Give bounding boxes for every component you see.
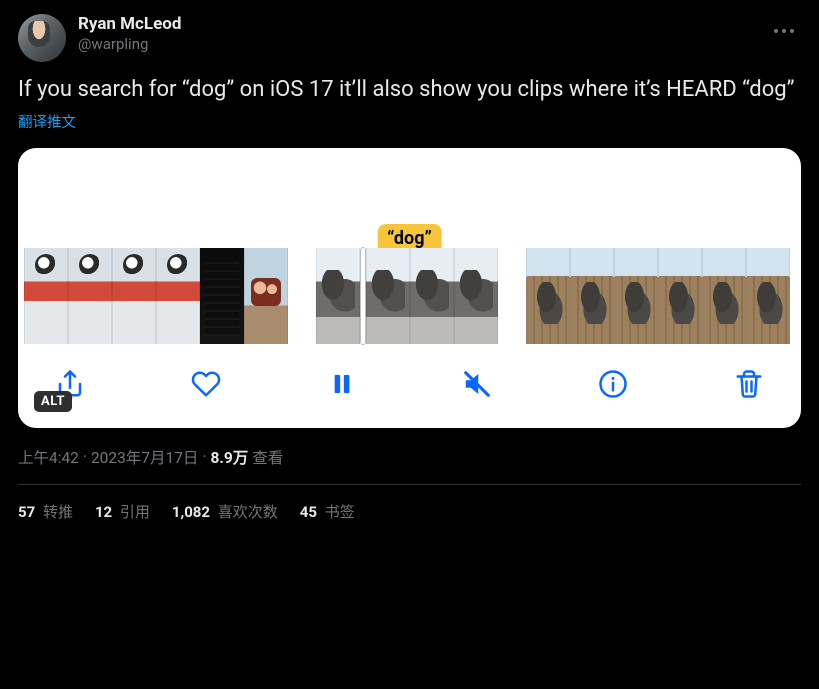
meta-dot: · xyxy=(83,448,87,466)
user-block[interactable]: Ryan McLeod @warpling xyxy=(78,14,181,54)
user-handle: @warpling xyxy=(78,35,181,54)
tweet-stats: 57 转推 12 引用 1,082 喜欢次数 45 书签 xyxy=(18,485,801,522)
retweets-count: 57 xyxy=(18,503,35,521)
likes-stat[interactable]: 1,082 喜欢次数 xyxy=(172,501,278,522)
clip-group-1 xyxy=(24,248,288,344)
views-count: 8.9万 xyxy=(211,446,249,468)
video-thumb xyxy=(526,248,570,344)
video-thumb xyxy=(746,248,790,344)
likes-label: 喜欢次数 xyxy=(214,503,278,521)
info-icon xyxy=(598,369,628,399)
filmstrip[interactable] xyxy=(18,248,801,344)
video-thumb xyxy=(702,248,746,344)
more-options-button[interactable] xyxy=(767,14,801,48)
info-button[interactable] xyxy=(595,366,631,402)
video-thumb xyxy=(614,248,658,344)
video-thumb xyxy=(200,248,244,344)
video-thumb xyxy=(112,248,156,344)
media-attachment[interactable]: “dog” xyxy=(18,148,801,428)
tweet-header: Ryan McLeod @warpling xyxy=(18,14,801,62)
media-preview: “dog” xyxy=(18,148,801,428)
pause-button[interactable] xyxy=(324,366,360,402)
video-thumb xyxy=(24,248,68,344)
pause-icon xyxy=(331,370,353,398)
like-button[interactable] xyxy=(188,366,224,402)
heart-icon xyxy=(191,369,221,399)
video-thumb xyxy=(658,248,702,344)
trash-icon xyxy=(734,369,764,399)
bookmarks-stat[interactable]: 45 书签 xyxy=(300,501,355,522)
display-name: Ryan McLeod xyxy=(78,14,181,35)
video-thumb xyxy=(410,248,454,344)
clip-group-2 xyxy=(316,248,498,344)
video-thumb xyxy=(366,248,410,344)
quotes-stat[interactable]: 12 引用 xyxy=(95,501,150,522)
translate-link[interactable]: 翻译推文 xyxy=(18,111,76,132)
alt-badge[interactable]: ALT xyxy=(34,391,72,412)
likes-count: 1,082 xyxy=(172,503,210,521)
views-label: 查看 xyxy=(252,446,283,468)
mute-button[interactable] xyxy=(459,366,495,402)
avatar[interactable] xyxy=(18,14,66,62)
video-thumb xyxy=(316,248,360,344)
media-toolbar xyxy=(18,344,801,428)
clip-group-3 xyxy=(526,248,790,344)
tweet-text: If you search for “dog” on iOS 17 it’ll … xyxy=(18,76,801,105)
speaker-muted-icon xyxy=(462,369,492,399)
tweet-time[interactable]: 上午4:42 xyxy=(18,446,79,468)
tweet-meta: 上午4:42 · 2023年7月17日 · 8.9万 查看 xyxy=(18,446,801,468)
video-thumb xyxy=(570,248,614,344)
delete-button[interactable] xyxy=(731,366,767,402)
tweet-container: Ryan McLeod @warpling If you search for … xyxy=(0,0,819,530)
bookmarks-label: 书签 xyxy=(321,503,355,521)
meta-dot: · xyxy=(202,448,206,466)
video-thumb xyxy=(68,248,112,344)
playhead[interactable] xyxy=(361,248,365,344)
video-thumb xyxy=(244,248,288,344)
video-thumb xyxy=(454,248,498,344)
quotes-label: 引用 xyxy=(116,503,150,521)
retweets-label: 转推 xyxy=(39,503,73,521)
retweets-stat[interactable]: 57 转推 xyxy=(18,501,73,522)
tweet-date[interactable]: 2023年7月17日 xyxy=(91,446,198,468)
video-thumb xyxy=(156,248,200,344)
ellipsis-icon xyxy=(774,29,794,33)
bookmarks-count: 45 xyxy=(300,503,317,521)
quotes-count: 12 xyxy=(95,503,112,521)
